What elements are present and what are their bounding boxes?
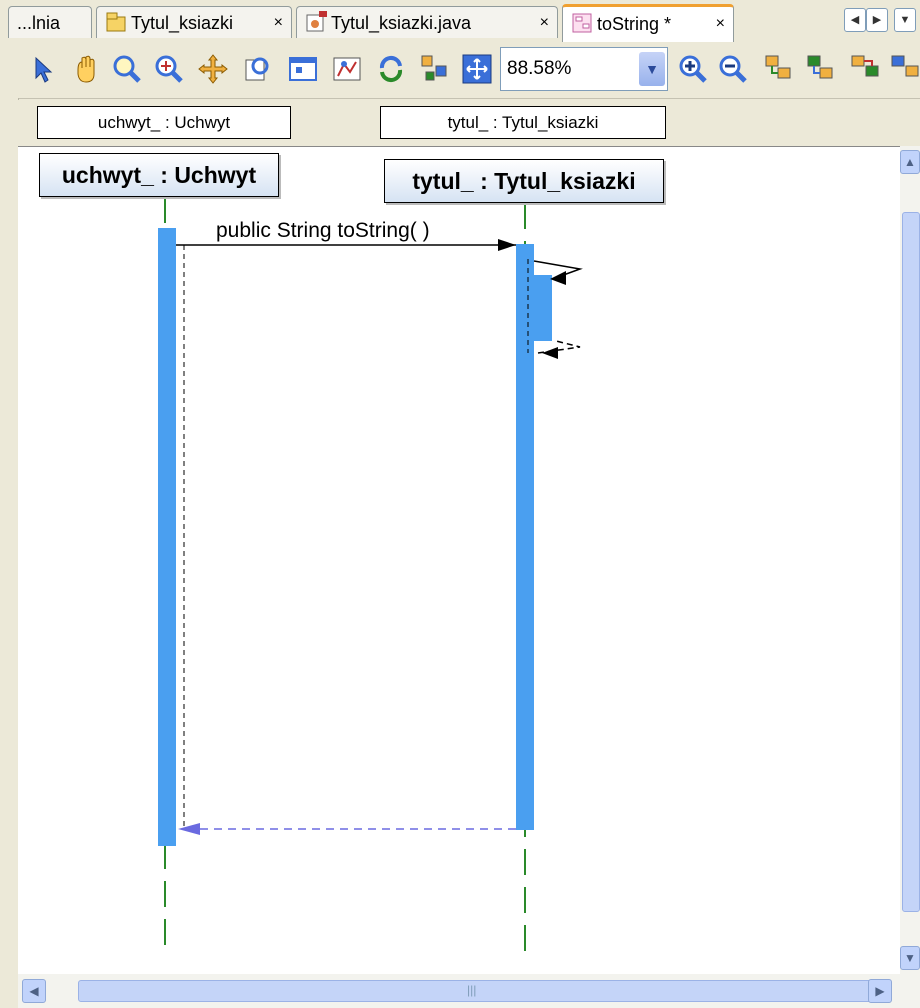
- zoom-value: 88.58%: [507, 58, 572, 79]
- scroll-up-icon[interactable]: ▲: [900, 150, 920, 174]
- activation-left: [158, 228, 176, 846]
- tab-navigation: ◀ ▶ ▼: [844, 6, 920, 34]
- scroll-down-icon[interactable]: ▼: [900, 946, 920, 970]
- distribute-icon[interactable]: [418, 52, 452, 86]
- class-diagram-icon: [105, 11, 127, 33]
- lifeline-head-uchwyt[interactable]: uchwyt_ : Uchwyt: [39, 153, 279, 197]
- close-icon[interactable]: ×: [274, 7, 283, 39]
- tab-tostring[interactable]: toString * ×: [562, 4, 734, 42]
- more-icon[interactable]: [888, 52, 920, 86]
- call-arrow-head: [498, 239, 516, 251]
- fit-to-window-icon[interactable]: [460, 52, 494, 86]
- tab-list-icon[interactable]: ▼: [894, 8, 916, 32]
- horizontal-scrollbar[interactable]: ◀ ||| ▶: [18, 974, 920, 1008]
- tab-label: Tytul_ksiazki.java: [331, 13, 472, 33]
- expand-icon[interactable]: [762, 52, 796, 86]
- move-icon[interactable]: [196, 52, 230, 86]
- pan-hand-icon[interactable]: [70, 52, 104, 86]
- tab-overflow[interactable]: ...lnia: [8, 6, 92, 38]
- zoom-in-icon[interactable]: [676, 52, 710, 86]
- close-icon[interactable]: ×: [716, 7, 725, 41]
- tab-tytul-ksiazki-java[interactable]: Tytul_ksiazki.java ×: [296, 6, 558, 38]
- activation-right: [516, 244, 534, 830]
- header-box-left[interactable]: uchwyt_ : Uchwyt: [37, 106, 291, 139]
- sequence-diagram: [158, 197, 583, 953]
- zoom-interactive-icon[interactable]: [152, 52, 186, 86]
- return-arrow-head: [178, 823, 200, 835]
- activation-self: [534, 275, 552, 341]
- collapse-icon[interactable]: [804, 52, 838, 86]
- self-return-arrow: [537, 340, 581, 354]
- tab-label: toString *: [597, 14, 672, 34]
- horizontal-scroll-thumb[interactable]: |||: [78, 980, 878, 1002]
- java-file-icon: [305, 11, 327, 33]
- self-return-arrow-head: [542, 347, 558, 359]
- fit-window-icon[interactable]: [286, 52, 320, 86]
- diagram-toolbar: [0, 42, 920, 99]
- self-call-arrow-head: [550, 271, 566, 285]
- chevron-down-icon[interactable]: ▼: [639, 52, 665, 86]
- lifeline-header-strip: uchwyt_ : Uchwyt tytul_ : Tytul_ksiazki: [18, 100, 920, 146]
- select-icon[interactable]: [26, 52, 60, 86]
- tab-label: ...lnia: [17, 13, 61, 33]
- tab-scroll-left-icon[interactable]: ◀: [844, 8, 866, 32]
- tab-tytul-ksiazki[interactable]: Tytul_ksiazki ×: [96, 6, 292, 38]
- editor-tab-bar: ...lnia Tytul_ksiazki × Tytul_ksiazki.ja…: [0, 0, 920, 43]
- lifeline-head-tytul[interactable]: tytul_ : Tytul_ksiazki: [384, 159, 664, 203]
- left-gutter: [0, 98, 19, 1008]
- self-call-arrow: [533, 260, 583, 278]
- layout-icon[interactable]: [330, 52, 364, 86]
- tab-label: Tytul_ksiazki: [131, 13, 234, 33]
- diagram-canvas[interactable]: uchwyt_ : Uchwyt tytul_ : Tytul_ksiazki …: [18, 146, 900, 975]
- message-label: public String toString( ): [216, 219, 430, 242]
- navigate-icon[interactable]: [848, 52, 882, 86]
- zoom-icon[interactable]: [110, 52, 144, 86]
- zoom-combobox[interactable]: 88.58% ▼: [500, 47, 668, 91]
- header-box-right[interactable]: tytul_ : Tytul_ksiazki: [380, 106, 666, 139]
- overview-icon[interactable]: [240, 52, 274, 86]
- zoom-out-icon[interactable]: [716, 52, 750, 86]
- grip-icon: |||: [467, 983, 477, 997]
- close-icon[interactable]: ×: [540, 7, 549, 39]
- scroll-right-icon[interactable]: ▶: [868, 979, 892, 1003]
- vertical-scroll-thumb[interactable]: [902, 212, 920, 912]
- relayout-icon[interactable]: [374, 52, 408, 86]
- sequence-diagram-icon: [571, 11, 593, 33]
- tab-scroll-right-icon[interactable]: ▶: [866, 8, 888, 32]
- scroll-left-icon[interactable]: ◀: [22, 979, 46, 1003]
